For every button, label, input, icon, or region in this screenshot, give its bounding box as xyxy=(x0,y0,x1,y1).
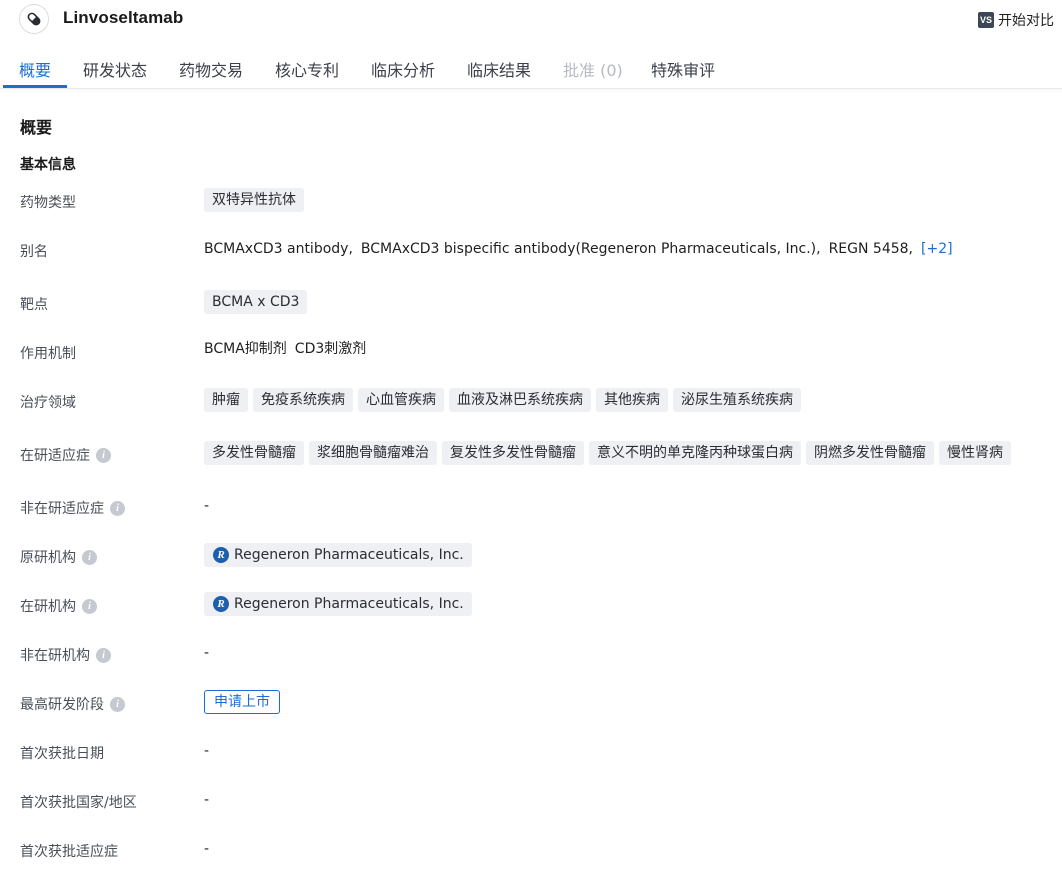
tab-overview[interactable]: 概要 xyxy=(19,57,51,81)
field-label: 首次获批适应症 xyxy=(20,844,118,860)
org-name: Regeneron Pharmaceuticals, Inc. xyxy=(234,547,464,563)
indication-tag[interactable]: 浆细胞骨髓瘤难治 xyxy=(309,441,437,465)
field-label: 在研机构 i xyxy=(20,596,97,616)
field-label: 药物类型 xyxy=(20,195,76,211)
field-label: 靶点 xyxy=(20,297,48,313)
first-approval-region-value: - xyxy=(204,792,210,808)
drug-header: Linvoseltamab VS 开始对比 xyxy=(0,0,1062,40)
field-label: 在研适应症 i xyxy=(20,445,111,465)
target-tag[interactable]: BCMA x CD3 xyxy=(204,290,308,314)
section-title: 概要 xyxy=(20,118,53,137)
mechanism-item[interactable]: CD3刺激剂 xyxy=(295,338,366,358)
info-icon[interactable]: i xyxy=(82,549,97,565)
info-icon[interactable]: i xyxy=(110,696,125,712)
field-label: 作用机制 xyxy=(20,346,76,362)
area-tag[interactable]: 心血管疾病 xyxy=(358,388,444,412)
tab-clinical-results[interactable]: 临床结果 xyxy=(467,57,531,81)
field-drug-type: 药物类型 双特异性抗体 xyxy=(0,187,1062,215)
field-label: 原研机构 i xyxy=(20,547,97,567)
field-label: 非在研适应症 i xyxy=(20,498,125,518)
indication-tag[interactable]: 慢性肾病 xyxy=(939,441,1011,465)
indication-tag[interactable]: 多发性骨髓瘤 xyxy=(204,441,304,465)
tab-bar: 概要 研发状态 药物交易 核心专利 临床分析 临床结果 批准 (0) 特殊审评 xyxy=(0,48,1062,89)
drug-type-tag[interactable]: 双特异性抗体 xyxy=(204,188,304,212)
active-org-tag[interactable]: R Regeneron Pharmaceuticals, Inc. xyxy=(204,592,472,616)
area-tag[interactable]: 其他疾病 xyxy=(596,388,668,412)
tab-deals[interactable]: 药物交易 xyxy=(179,57,243,81)
field-originator: 原研机构 i R Regeneron Pharmaceuticals, Inc. xyxy=(0,542,1062,570)
field-aliases: 别名 BCMAxCD3 antibody, BCMAxCD3 bispecifi… xyxy=(0,236,1062,264)
area-tag[interactable]: 肿瘤 xyxy=(204,388,248,412)
basic-info-title: 基本信息 xyxy=(20,157,76,173)
info-icon[interactable]: i xyxy=(96,647,111,663)
field-active-indications: 在研适应症 i 多发性骨髓瘤 浆细胞骨髓瘤难治 复发性多发性骨髓瘤 意义不明的单… xyxy=(0,440,1062,468)
active-tab-indicator xyxy=(3,85,67,88)
pill-icon xyxy=(19,4,49,34)
indication-tag[interactable]: 阴燃多发性骨髓瘤 xyxy=(806,441,934,465)
inactive-org-value: - xyxy=(204,645,210,661)
tab-rd-status[interactable]: 研发状态 xyxy=(83,57,147,81)
field-label: 最高研发阶段 i xyxy=(20,694,125,714)
field-highest-phase: 最高研发阶段 i 申请上市 xyxy=(0,689,1062,717)
field-first-approval-indication: 首次获批适应症 - xyxy=(0,836,1062,864)
org-name: Regeneron Pharmaceuticals, Inc. xyxy=(234,596,464,612)
field-first-approval-region: 首次获批国家/地区 - xyxy=(0,787,1062,815)
phase-badge[interactable]: 申请上市 xyxy=(204,690,280,714)
alias-item: REGN 5458, xyxy=(828,241,914,257)
field-label: 首次获批日期 xyxy=(20,746,104,762)
more-aliases-link[interactable]: [+2] xyxy=(921,241,953,257)
field-target: 靶点 BCMA x CD3 xyxy=(0,289,1062,317)
first-approval-date-value: - xyxy=(204,743,210,759)
tab-approvals: 批准 (0) xyxy=(563,61,623,80)
field-therapeutic-area: 治疗领域 肿瘤 免疫系统疾病 心血管疾病 血液及淋巴系统疾病 其他疾病 泌尿生殖… xyxy=(0,387,1062,415)
compare-label: 开始对比 xyxy=(998,13,1054,29)
field-inactive-indications: 非在研适应症 i - xyxy=(0,493,1062,521)
field-label: 治疗领域 xyxy=(20,395,76,411)
alias-item: BCMAxCD3 bispecific antibody(Regeneron P… xyxy=(360,241,821,257)
field-mechanism: 作用机制 BCMA抑制剂 CD3刺激剂 xyxy=(0,335,1062,363)
inactive-indications-value: - xyxy=(204,498,210,514)
field-inactive-org: 非在研机构 i - xyxy=(0,640,1062,668)
compare-button[interactable]: VS 开始对比 xyxy=(978,10,1054,30)
field-label: 非在研机构 i xyxy=(20,645,111,665)
field-label: 别名 xyxy=(20,244,48,260)
field-active-org: 在研机构 i R Regeneron Pharmaceuticals, Inc. xyxy=(0,591,1062,619)
mechanism-item[interactable]: BCMA抑制剂 xyxy=(204,338,287,358)
info-icon[interactable]: i xyxy=(96,447,111,463)
indication-tag[interactable]: 复发性多发性骨髓瘤 xyxy=(442,441,584,465)
indication-tag[interactable]: 意义不明的单克隆丙种球蛋白病 xyxy=(589,441,801,465)
area-tag[interactable]: 血液及淋巴系统疾病 xyxy=(449,388,591,412)
drug-name: Linvoseltamab xyxy=(63,8,184,27)
regeneron-logo-icon: R xyxy=(213,547,229,563)
area-tag[interactable]: 泌尿生殖系统疾病 xyxy=(673,388,801,412)
first-approval-indication-value: - xyxy=(204,841,210,857)
alias-item: BCMAxCD3 antibody, xyxy=(204,241,353,257)
tab-special-review[interactable]: 特殊审评 xyxy=(651,57,715,81)
tab-patents[interactable]: 核心专利 xyxy=(275,57,339,81)
field-label: 首次获批国家/地区 xyxy=(20,795,137,811)
info-icon[interactable]: i xyxy=(82,598,97,614)
area-tag[interactable]: 免疫系统疾病 xyxy=(253,388,353,412)
tab-clinical-analysis[interactable]: 临床分析 xyxy=(371,57,435,81)
originator-org-tag[interactable]: R Regeneron Pharmaceuticals, Inc. xyxy=(204,543,472,567)
field-first-approval-date: 首次获批日期 - xyxy=(0,738,1062,766)
vs-icon: VS xyxy=(978,12,994,28)
regeneron-logo-icon: R xyxy=(213,596,229,612)
info-icon[interactable]: i xyxy=(110,500,125,516)
